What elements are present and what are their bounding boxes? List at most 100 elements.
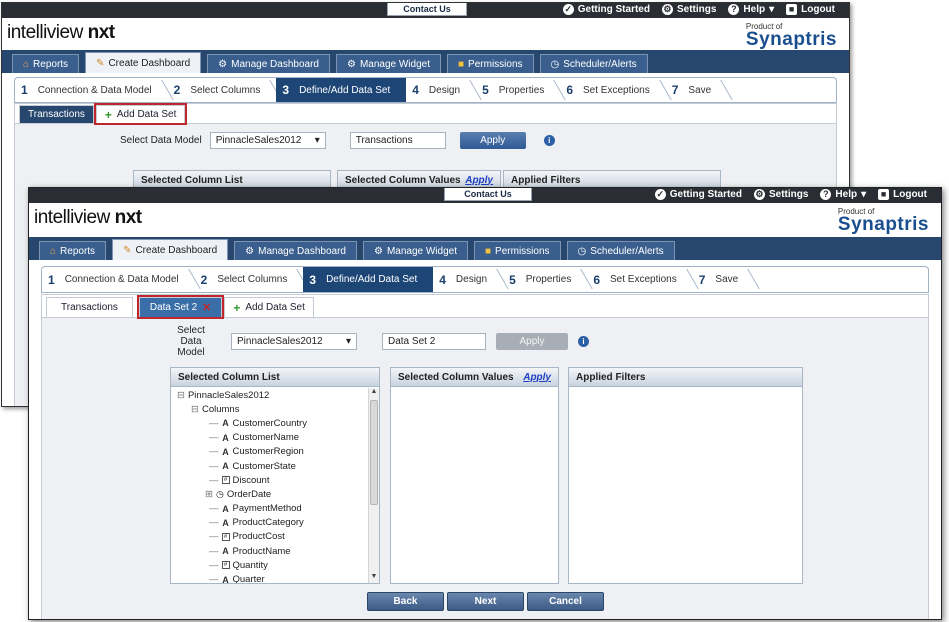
tree-item[interactable]: — A CustomerRegion: [171, 445, 367, 459]
info-icon[interactable]: i: [543, 135, 555, 146]
info-icon[interactable]: i: [578, 336, 589, 347]
apply-button[interactable]: Apply: [496, 333, 568, 350]
step-3[interactable]: 3 Define/Add Data Set: [276, 78, 407, 102]
dataset-name-input[interactable]: Data Set 2: [382, 333, 486, 350]
selected-column-values-panel: Selected Column Values Apply: [390, 367, 559, 584]
step-5[interactable]: 5 Properties: [476, 78, 560, 102]
step-4[interactable]: 4 Design: [406, 78, 476, 102]
tab-reports[interactable]: ⌂ Reports: [39, 241, 107, 260]
number-type-icon: #: [221, 561, 230, 570]
tree-item[interactable]: — A CustomerState: [171, 459, 367, 473]
add-dataset-button[interactable]: + Add Data Set: [224, 297, 314, 317]
collapse-icon[interactable]: ⊟: [191, 404, 199, 415]
help-link[interactable]: ? Help ▾: [728, 4, 774, 15]
tab-reports[interactable]: ⌂ Reports: [12, 54, 80, 73]
dataset-tab-transactions[interactable]: Transactions: [19, 105, 94, 123]
settings-link[interactable]: ⚙ Settings: [661, 4, 716, 15]
synaptris-brand: Product of Synaptris: [745, 22, 837, 50]
dataset-content: Transactions Data Set 2 ✕ + Add Data Set S…: [41, 294, 929, 619]
text-type-icon: A: [222, 517, 229, 528]
tab-manage-widget[interactable]: ⚙ Manage Widget: [362, 241, 468, 260]
tab-create-dashboard[interactable]: ✎ Create Dashboard: [85, 52, 202, 73]
expand-icon[interactable]: ⊞: [205, 489, 213, 500]
tree-item[interactable]: — # Quantity: [171, 558, 367, 572]
step-5[interactable]: 5 Properties: [503, 267, 587, 292]
tree-item[interactable]: ⊞ ◷ OrderDate: [171, 487, 367, 501]
gear-icon: ⚙: [218, 58, 228, 70]
step-3[interactable]: 3 Define/Add Data Set: [303, 267, 434, 292]
tree-item[interactable]: — # Discount: [171, 473, 367, 487]
step-2[interactable]: 2 Select Columns: [168, 78, 277, 102]
lock-icon: ■: [485, 245, 492, 257]
collapse-icon[interactable]: ⊟: [177, 390, 185, 401]
logout-link[interactable]: ■ Logout: [878, 189, 927, 200]
add-dataset-button[interactable]: + Add Data Set: [93, 103, 188, 125]
plus-icon: +: [104, 107, 112, 122]
dataset-tab-data-set-2[interactable]: Data Set 2 ✕: [136, 295, 225, 319]
text-type-icon: A: [222, 503, 229, 514]
step-2[interactable]: 2 Select Columns: [195, 267, 304, 292]
getting-started-link[interactable]: ✓ Getting Started: [562, 4, 650, 15]
step-1[interactable]: 1 Connection & Data Model: [42, 267, 195, 292]
cancel-button[interactable]: Cancel: [527, 592, 604, 611]
next-button[interactable]: Next: [447, 592, 524, 611]
tree-item[interactable]: — A ProductName: [171, 544, 367, 558]
apply-button[interactable]: Apply: [459, 132, 526, 149]
contact-us-link[interactable]: Contact Us: [444, 188, 532, 201]
tree-item[interactable]: — A ProductCategory: [171, 516, 367, 530]
home-icon: ⌂: [50, 245, 57, 257]
selected-column-list-panel: Selected Column List ⊟ PinnacleSales2012 …: [170, 367, 380, 584]
clock-icon: ◷: [550, 58, 560, 70]
step-7[interactable]: 7 Save: [666, 78, 727, 102]
tab-manage-widget[interactable]: ⚙ Manage Widget: [335, 54, 441, 73]
scroll-up-icon[interactable]: ▲: [369, 388, 379, 398]
gear-icon: ⚙: [661, 4, 673, 15]
tab-permissions[interactable]: ■ Permissions: [447, 54, 534, 73]
tab-scheduler-alerts[interactable]: ◷ Scheduler/Alerts: [566, 241, 675, 260]
tab-manage-dashboard[interactable]: ⚙ Manage Dashboard: [234, 241, 357, 260]
data-model-select[interactable]: PinnacleSales2012 ▾: [231, 333, 357, 350]
tree-item[interactable]: — A CustomerCountry: [171, 416, 367, 430]
pencil-icon: ✎: [123, 244, 132, 256]
chevron-down-icon: ▾: [345, 336, 351, 347]
scroll-down-icon[interactable]: ▼: [369, 573, 379, 583]
dataset-tab-transactions[interactable]: Transactions: [46, 297, 133, 317]
gear-icon: ⚙: [753, 189, 765, 200]
settings-link[interactable]: ⚙ Settings: [753, 189, 808, 200]
intelliview-logo: intelliview nxt: [7, 22, 115, 43]
tab-manage-dashboard[interactable]: ⚙ Manage Dashboard: [207, 54, 330, 73]
tree-root[interactable]: ⊟ PinnacleSales2012: [171, 388, 367, 402]
date-type-icon: ◷: [215, 488, 224, 499]
tree-item[interactable]: — A Quarter: [171, 572, 367, 583]
back-button[interactable]: Back: [367, 592, 444, 611]
compass-icon: ✓: [562, 4, 574, 15]
dataset-name-input[interactable]: Transactions: [349, 132, 446, 149]
scroll-thumb[interactable]: [370, 400, 378, 505]
apply-link[interactable]: Apply: [523, 372, 551, 383]
step-6[interactable]: 6 Set Exceptions: [560, 78, 665, 102]
tab-permissions[interactable]: ■ Permissions: [474, 241, 561, 260]
step-4[interactable]: 4 Design: [433, 267, 503, 292]
tree-item[interactable]: — A CustomerName: [171, 431, 367, 445]
tree-group[interactable]: ⊟ Columns: [171, 402, 367, 416]
data-model-select[interactable]: PinnacleSales2012 ▾: [209, 132, 326, 149]
getting-started-link[interactable]: ✓ Getting Started: [654, 189, 742, 200]
close-icon[interactable]: ✕: [202, 301, 211, 314]
tree-scrollbar[interactable]: ▲ ▼: [368, 388, 379, 583]
gear-icon: ⚙: [346, 58, 356, 70]
tree-item[interactable]: — # ProductCost: [171, 530, 367, 544]
step-1[interactable]: 1 Connection & Data Model: [15, 78, 168, 102]
text-type-icon: A: [222, 546, 229, 557]
step-6[interactable]: 6 Set Exceptions: [587, 267, 692, 292]
text-type-icon: A: [222, 432, 229, 443]
contact-us-link[interactable]: Contact Us: [387, 3, 467, 16]
number-type-icon: #: [221, 476, 230, 485]
tab-create-dashboard[interactable]: ✎ Create Dashboard: [112, 239, 229, 260]
tree-item[interactable]: — A PaymentMethod: [171, 502, 367, 516]
apply-link[interactable]: Apply: [465, 175, 493, 186]
step-7[interactable]: 7 Save: [693, 267, 754, 292]
tab-scheduler-alerts[interactable]: ◷ Scheduler/Alerts: [539, 54, 648, 73]
logout-link[interactable]: ■ Logout: [786, 4, 835, 15]
help-link[interactable]: ? Help ▾: [820, 189, 866, 200]
text-type-icon: A: [222, 418, 229, 429]
